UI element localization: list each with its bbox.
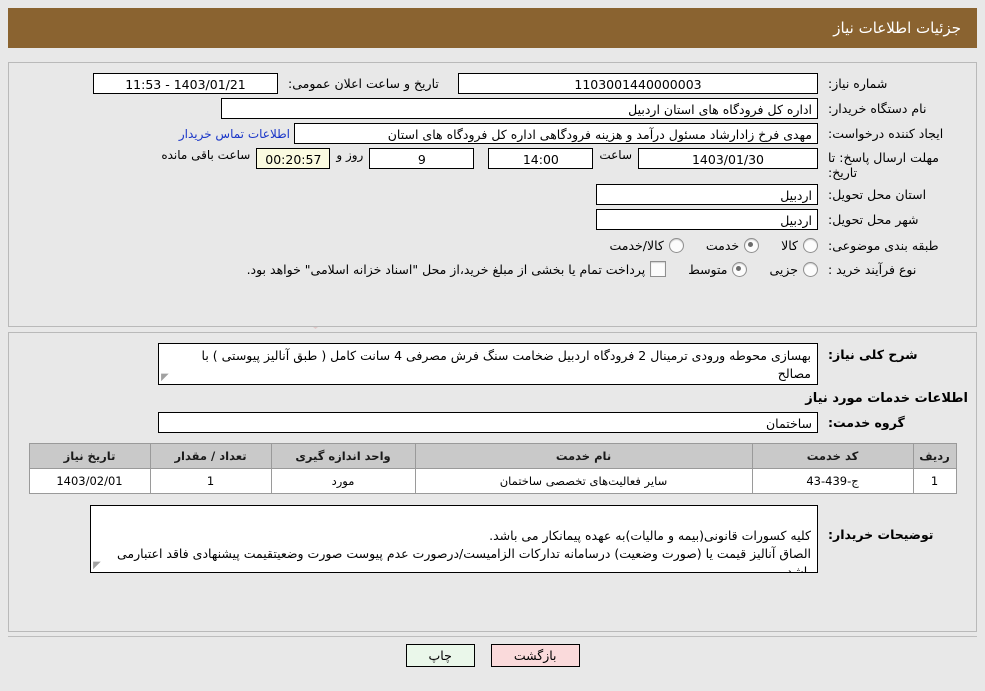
category-option-goods-service-label: کالا/خدمت [609, 238, 664, 253]
cell-unit: مورد [270, 468, 416, 494]
deadline-hour-label: ساعت [599, 148, 632, 162]
row-deadline: مهلت ارسال پاسخ: تا تاریخ: 1403/01/30 سا… [17, 148, 968, 180]
buyer-notes-label: توضیحات خریدار: [828, 527, 934, 542]
resize-grip-icon-notes[interactable] [93, 561, 103, 571]
buyer-org-field[interactable]: اداره کل فرودگاه های استان اردبیل [221, 98, 818, 119]
buyer-org-label: نام دستگاه خریدار: [828, 101, 927, 116]
city-label: شهر محل تحویل: [828, 212, 919, 227]
deadline-date-field[interactable]: 1403/01/30 [638, 148, 818, 169]
category-option-service-label: خدمت [705, 238, 740, 253]
summary-label: شرح کلی نیاز: [828, 347, 918, 362]
services-table-wrap: ردیف کد خدمت نام خدمت واحد اندازه گیری ت… [17, 443, 968, 494]
th-radif: ردیف [912, 443, 957, 469]
category-option-goods-service[interactable]: کالا/خدمت [609, 238, 684, 253]
province-label: استان محل تحویل: [828, 187, 927, 202]
radio-goods-icon[interactable] [803, 238, 818, 253]
treasury-checkbox-group[interactable]: پرداخت تمام یا بخشی از مبلغ خرید،از محل … [247, 261, 667, 277]
province-field[interactable]: اردبیل [596, 184, 818, 205]
service-group-label: گروه خدمت: [828, 415, 905, 430]
row-summary: شرح کلی نیاز: بهسازی محوطه ورودی ترمینال… [17, 343, 968, 385]
th-qty: تعداد / مقدار [149, 443, 272, 469]
row-process-type: نوع فرآیند خرید : جزیی متوسط پرداخت تمام… [17, 261, 968, 277]
process-option-minor[interactable]: جزیی [769, 261, 818, 277]
city-field[interactable]: اردبیل [596, 209, 818, 230]
requester-label: ایجاد کننده درخواست: [828, 126, 944, 141]
summary-text: بهسازی محوطه ورودی ترمینال 2 فرودگاه ارد… [201, 348, 811, 381]
need-number-label: شماره نیاز: [828, 76, 888, 91]
category-label: طبقه بندی موضوعی: [828, 238, 939, 253]
row-requester: ایجاد کننده درخواست: مهدی فرخ زادارشاد م… [17, 123, 968, 144]
category-option-service[interactable]: خدمت [705, 238, 760, 253]
need-number-field[interactable]: 1103001440000003 [458, 73, 818, 94]
requester-field[interactable]: مهدی فرخ زادارشاد مسئول درآمد و هزینه فر… [294, 123, 818, 144]
row-buyer-org: نام دستگاه خریدار: اداره کل فرودگاه های … [17, 98, 968, 119]
category-option-goods-label: کالا [781, 238, 798, 253]
buyer-notes-textarea[interactable]: کلیه کسورات قانونی(بیمه و مالیات)به عهده… [90, 505, 818, 573]
row-buyer-notes: توضیحات خریدار: کلیه کسورات قانونی(بیمه … [17, 505, 968, 573]
buyer-contact-link[interactable]: اطلاعات تماس خریدار [175, 127, 294, 141]
row-need-number: شماره نیاز: 1103001440000003 تاریخ و ساع… [17, 73, 968, 94]
remaining-suffix-label: ساعت باقی مانده [161, 148, 251, 162]
th-date: تاریخ نیاز [28, 443, 151, 469]
page-title: جزئیات اطلاعات نیاز [8, 8, 977, 48]
cell-code: ج-439-43 [751, 468, 914, 494]
need-info-panel: شماره نیاز: 1103001440000003 تاریخ و ساع… [8, 62, 977, 327]
back-button[interactable]: بازگشت [490, 644, 580, 667]
radio-goods-service-icon[interactable] [668, 238, 684, 253]
cell-radif: 1 [912, 468, 957, 494]
public-announce-label: تاریخ و ساعت اعلان عمومی: [288, 76, 439, 91]
table-header-row: ردیف کد خدمت نام خدمت واحد اندازه گیری ت… [28, 443, 957, 469]
radio-medium-icon[interactable] [732, 261, 748, 277]
th-unit: واحد اندازه گیری [270, 443, 416, 469]
table-row[interactable]: 1 ج-439-43 سایر فعالیت‌های تخصصی ساختمان… [28, 468, 957, 494]
th-name: نام خدمت [414, 443, 753, 469]
cell-name: سایر فعالیت‌های تخصصی ساختمان [414, 468, 753, 494]
radio-service-icon[interactable] [744, 238, 760, 253]
print-button[interactable]: چاپ [405, 644, 475, 667]
footer-buttons: بازگشت چاپ [0, 644, 985, 667]
buyer-notes-text: کلیه کسورات قانونی(بیمه و مالیات)به عهده… [116, 528, 811, 573]
remaining-time-field: 00:20:57 [256, 148, 331, 169]
summary-textarea[interactable]: بهسازی محوطه ورودی ترمینال 2 فرودگاه ارد… [158, 343, 818, 385]
process-option-medium-label: متوسط [688, 261, 728, 277]
services-table: ردیف کد خدمت نام خدمت واحد اندازه گیری ت… [28, 443, 957, 494]
deadline-hour-field[interactable]: 14:00 [488, 148, 594, 169]
remaining-days-field[interactable]: 9 [369, 148, 475, 169]
process-label: نوع فرآیند خرید : [828, 261, 917, 277]
public-announce-field[interactable]: 1403/01/21 - 11:53 [93, 73, 278, 94]
service-group-field[interactable]: ساختمان [158, 412, 818, 433]
treasury-checkbox[interactable] [650, 261, 667, 277]
process-option-minor-label: جزیی [769, 261, 798, 277]
radio-minor-icon[interactable] [803, 261, 818, 277]
row-city: شهر محل تحویل: اردبیل [17, 209, 968, 230]
row-province: استان محل تحویل: اردبیل [17, 184, 968, 205]
resize-grip-icon[interactable] [161, 373, 171, 383]
row-service-group: گروه خدمت: ساختمان [17, 412, 968, 433]
th-code: کد خدمت [751, 443, 914, 469]
services-section-title: اطلاعات خدمات مورد نیاز [805, 391, 968, 406]
footer-divider [8, 636, 977, 637]
treasury-checkbox-label: پرداخت تمام یا بخشی از مبلغ خرید،از محل … [246, 261, 646, 277]
cell-date: 1403/02/01 [28, 468, 151, 494]
remaining-days-label: روز و [336, 148, 364, 162]
row-category: طبقه بندی موضوعی: کالا خدمت کالا/خدمت [17, 238, 968, 253]
deadline-label: مهلت ارسال پاسخ: تا تاریخ: [828, 150, 939, 180]
cell-qty: 1 [149, 468, 272, 494]
category-option-goods[interactable]: کالا [781, 238, 818, 253]
details-panel: شرح کلی نیاز: بهسازی محوطه ورودی ترمینال… [8, 332, 977, 632]
process-option-medium[interactable]: متوسط [688, 261, 748, 277]
